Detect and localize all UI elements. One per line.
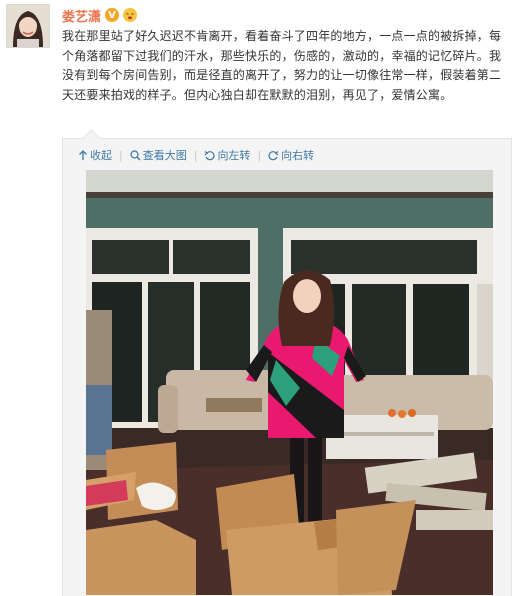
rotate-right-label: 向右转 bbox=[281, 149, 315, 162]
avatar-image bbox=[7, 5, 49, 47]
avatar[interactable] bbox=[6, 4, 50, 48]
rotate-left-icon bbox=[205, 150, 215, 160]
rotate-right-icon bbox=[268, 150, 279, 160]
post-photo[interactable] bbox=[86, 170, 493, 595]
post-header: 娄艺潇 V bbox=[62, 6, 138, 25]
view-large-label: 查看大图 bbox=[142, 149, 187, 162]
emoji-face-icon bbox=[123, 8, 138, 22]
media-toolbar: 收起 | 查看大图 | 向左转 | 向右转 bbox=[78, 147, 314, 163]
view-large-button[interactable]: 查看大图 bbox=[130, 147, 187, 163]
verified-badge-icon[interactable]: V bbox=[105, 8, 120, 22]
rotate-left-label: 向左转 bbox=[217, 149, 251, 162]
collapse-up-icon bbox=[79, 149, 87, 160]
post-text: 我在那里站了好久迟迟不肯离开，看着奋斗了四年的地方，一点一点的被拆掉，每个角落都… bbox=[62, 29, 502, 102]
zoom-icon bbox=[130, 149, 141, 160]
panel-pointer bbox=[82, 129, 101, 148]
collapse-label: 收起 bbox=[90, 149, 112, 162]
divider: | bbox=[119, 148, 123, 162]
rotate-left-button[interactable]: 向左转 bbox=[204, 147, 250, 163]
rotate-right-button[interactable]: 向右转 bbox=[268, 147, 314, 163]
username-link[interactable]: 娄艺潇 bbox=[62, 6, 101, 25]
photo-scene bbox=[86, 170, 493, 595]
divider: | bbox=[193, 148, 198, 162]
divider: | bbox=[257, 148, 262, 162]
collapse-button[interactable]: 收起 bbox=[78, 147, 112, 163]
